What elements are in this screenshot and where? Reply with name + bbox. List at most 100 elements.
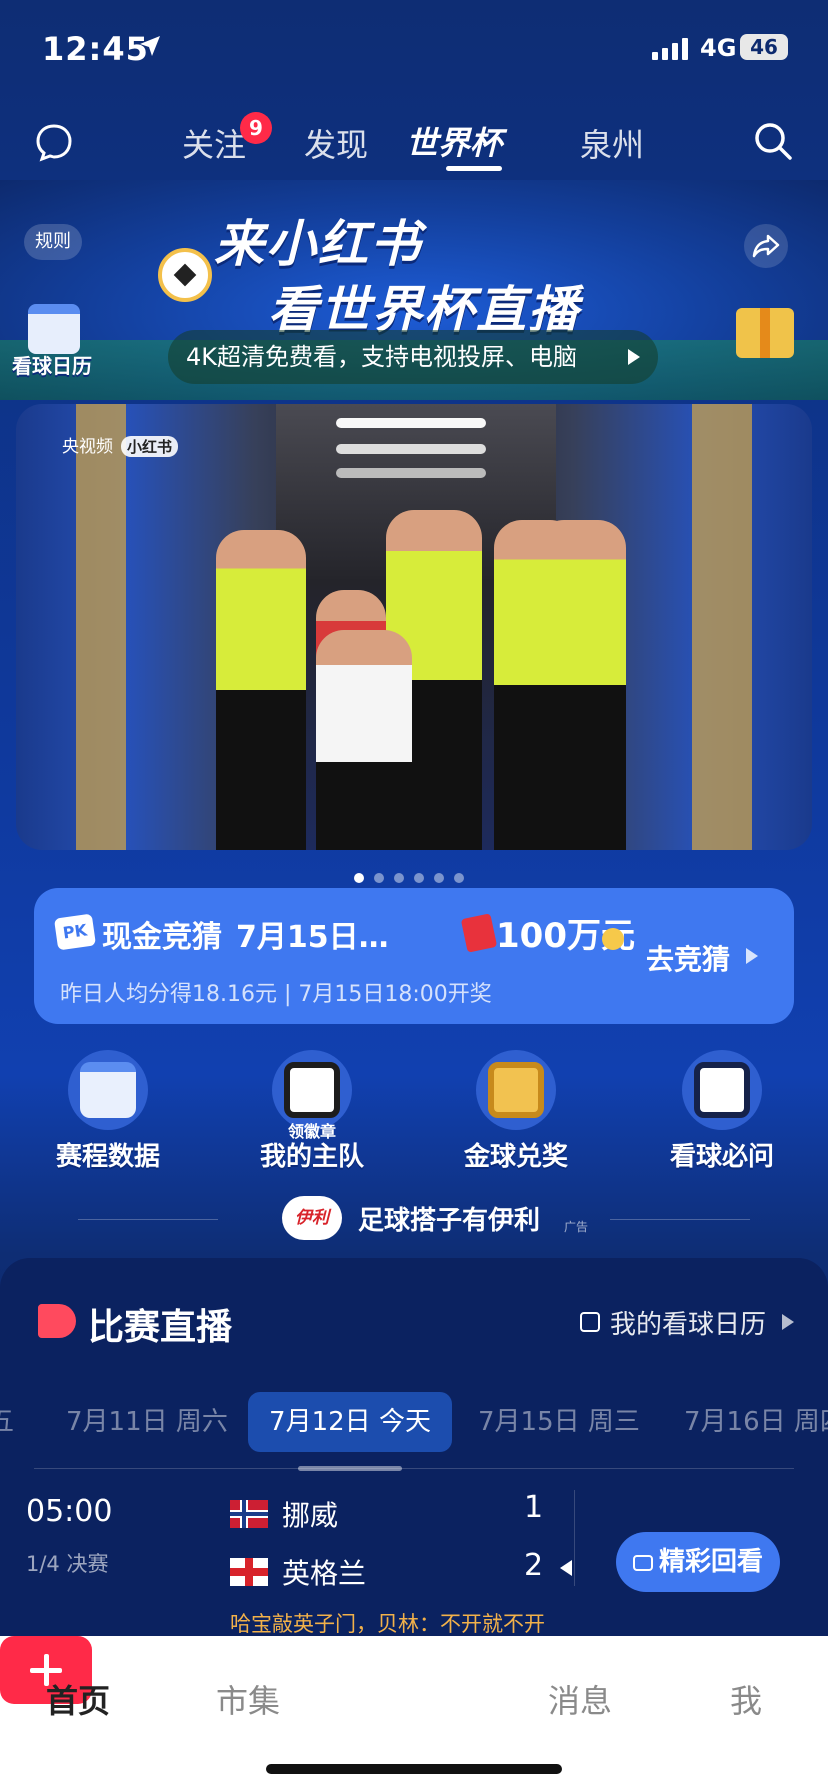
status-bar: 12:45 4G 46 xyxy=(0,0,828,100)
top-nav: 关注 9 发现 世界杯 泉州 xyxy=(0,110,828,180)
battery-level: 46 xyxy=(740,34,788,60)
carousel-dot[interactable] xyxy=(454,873,464,883)
world-cup-banner: 规则 来小红书 看世界杯直播 看球日历 4K超清免费看，支持电视投屏、电脑 xyxy=(0,180,828,400)
go-quiz-button[interactable]: 去竞猜 xyxy=(646,938,730,978)
date-tab[interactable]: 7月16日 周四 xyxy=(684,1392,828,1452)
shortcut-golden-ball[interactable]: 金球兑奖 xyxy=(426,1044,606,1174)
home-team: 挪威 xyxy=(282,1499,339,1532)
signal-icon xyxy=(652,38,688,60)
tab-messages[interactable]: 消息 xyxy=(548,1676,612,1722)
date-tab[interactable]: 五 xyxy=(0,1392,14,1452)
question-ball-icon xyxy=(682,1050,762,1130)
carousel-dot[interactable] xyxy=(394,873,404,883)
shortcut-grid: 赛程数据 领徽章 我的主队 金球兑奖 看球必问 xyxy=(0,1044,828,1174)
calendar-label[interactable]: 看球日历 xyxy=(12,350,92,379)
world-cup-page: 12:45 4G 46 关注 9 发现 世界杯 泉州 规则 来小红书 看世界杯直… xyxy=(0,0,828,1792)
highlights-label: 精彩回看 xyxy=(658,1547,763,1577)
banner-subtitle: 4K超清免费看，支持电视投屏、电脑 xyxy=(186,343,578,371)
location-arrow-icon xyxy=(140,36,160,56)
quiz-subtitle: 昨日人均分得18.16元 | 7月15日18:00开奖 xyxy=(60,982,492,1007)
match-headline[interactable]: 哈宝敲英子门，贝林：不开就不开 xyxy=(230,1608,545,1638)
active-tab-indicator xyxy=(446,166,502,171)
status-time: 12:45 xyxy=(42,30,149,68)
ad-tag: 广告 xyxy=(564,1220,589,1234)
winner-indicator-icon xyxy=(560,1560,572,1576)
shortcut-label: 我的主队 xyxy=(259,1142,364,1172)
tab-city[interactable]: 泉州 xyxy=(580,120,644,166)
pk-icon: PK xyxy=(53,913,97,951)
follow-badge: 9 xyxy=(240,112,272,144)
calendar-icon[interactable] xyxy=(28,304,80,354)
date-tab[interactable]: 7月15日 周三 xyxy=(478,1392,640,1452)
shortcut-my-team[interactable]: 领徽章 我的主队 xyxy=(222,1044,402,1174)
divider xyxy=(78,1219,218,1220)
bottom-tab-bar: 首页 市集 消息 我 xyxy=(0,1636,828,1792)
date-selector: 五 7月11日 周六 7月12日 今天 7月15日 周三 7月16日 周四 xyxy=(0,1392,828,1452)
tab-market[interactable]: 市集 xyxy=(216,1676,280,1722)
shortcut-schedule[interactable]: 赛程数据 xyxy=(18,1044,198,1174)
tab-world-cup[interactable]: 世界杯 xyxy=(406,118,502,164)
carousel-dot[interactable] xyxy=(374,873,384,883)
match-stage: 1/4 决赛 xyxy=(26,1552,109,1576)
gold-ball-icon xyxy=(476,1050,556,1130)
section-title: 比赛直播 xyxy=(88,1307,233,1348)
coin-icon xyxy=(602,928,624,950)
video-referee-figure xyxy=(536,520,626,850)
gift-icon[interactable] xyxy=(736,308,794,358)
broadcaster-name: 央视频 xyxy=(62,437,113,457)
away-team: 英格兰 xyxy=(282,1557,367,1590)
tv-icon xyxy=(632,1554,653,1571)
live-video-player[interactable]: 央视频 小红书 xyxy=(16,404,812,850)
rules-button[interactable]: 规则 xyxy=(24,224,82,260)
tab-me[interactable]: 我 xyxy=(730,1676,762,1722)
calendar-small-icon xyxy=(580,1312,600,1332)
shortcut-faq[interactable]: 看球必问 xyxy=(632,1044,812,1174)
share-icon[interactable] xyxy=(744,224,788,268)
tab-home[interactable]: 首页 xyxy=(46,1676,110,1722)
chevron-right-icon xyxy=(746,948,758,964)
sponsor-ad[interactable]: 伊利 足球搭子有伊利 广告 xyxy=(0,1192,828,1248)
carousel-dot[interactable] xyxy=(434,873,444,883)
yili-logo: 伊利 xyxy=(282,1196,342,1240)
date-tab[interactable]: 7月11日 周六 xyxy=(66,1392,228,1452)
megaphone-icon xyxy=(38,1304,76,1338)
scroll-handle[interactable] xyxy=(298,1466,402,1471)
match-live-section: 比赛直播 我的看球日历 五 7月11日 周六 7月12日 今天 7月15日 周三… xyxy=(0,1258,828,1638)
match-time: 05:00 xyxy=(26,1494,113,1529)
shortcut-label: 看球必问 xyxy=(669,1142,774,1172)
my-calendar-link[interactable]: 我的看球日历 xyxy=(610,1304,766,1341)
video-lights xyxy=(336,418,486,428)
divider xyxy=(574,1490,575,1586)
video-frame-decor xyxy=(76,404,126,850)
quiz-date: 7月15日… xyxy=(236,920,389,955)
cash-quiz-card[interactable]: PK 现金竞猜 7月15日… 100万元 去竞猜 昨日人均分得18.16元 | … xyxy=(34,888,794,1024)
divider xyxy=(34,1468,794,1469)
carousel-dot[interactable] xyxy=(414,873,424,883)
chat-bubble-icon[interactable] xyxy=(34,122,74,162)
shortcut-label: 赛程数据 xyxy=(55,1142,160,1172)
away-score: 2 xyxy=(524,1548,544,1583)
norway-flag-icon xyxy=(230,1500,268,1528)
shortcut-label: 金球兑奖 xyxy=(463,1142,568,1172)
tab-discover[interactable]: 发现 xyxy=(304,120,368,166)
search-icon[interactable] xyxy=(752,120,794,162)
quiz-title: 现金竞猜 xyxy=(102,920,222,955)
play-triangle-icon xyxy=(628,349,640,365)
broadcaster-watermark: 央视频 小红书 xyxy=(62,432,179,457)
calendar-icon xyxy=(68,1050,148,1130)
video-mascot-figure xyxy=(316,630,412,850)
ad-text: 足球搭子有伊利 xyxy=(358,1206,541,1236)
video-frame-decor xyxy=(692,404,752,850)
platform-logo: 小红书 xyxy=(121,436,179,457)
home-indicator[interactable] xyxy=(266,1764,562,1774)
highlights-button[interactable]: 精彩回看 xyxy=(616,1532,780,1592)
chevron-right-icon xyxy=(782,1314,794,1330)
banner-headline-line1: 来小红书 xyxy=(214,215,422,273)
network-type: 4G xyxy=(700,34,737,62)
banner-subtitle-pill[interactable]: 4K超清免费看，支持电视投屏、电脑 xyxy=(168,330,658,384)
soccer-ball-icon xyxy=(158,248,212,302)
carousel-indicator xyxy=(354,868,474,883)
tab-follow[interactable]: 关注 xyxy=(182,120,246,166)
date-tab-active[interactable]: 7月12日 今天 xyxy=(248,1392,452,1452)
carousel-dot[interactable] xyxy=(354,873,364,883)
